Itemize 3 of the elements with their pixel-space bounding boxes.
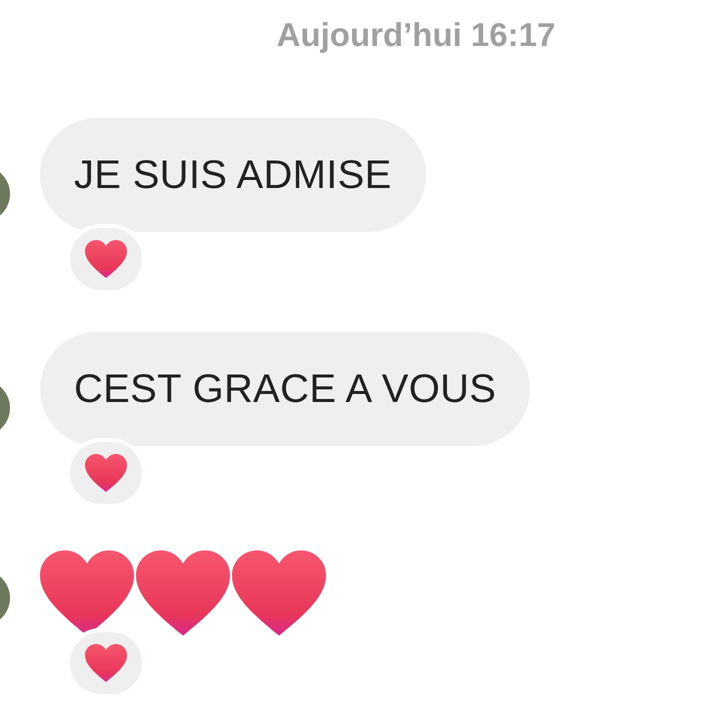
message-timestamp: Aujourd’hui 16:17 <box>276 15 556 54</box>
message-bubble: CEST GRACE A VOUS <box>40 332 530 446</box>
message-bubble: JE SUIS ADMISE <box>40 118 426 232</box>
